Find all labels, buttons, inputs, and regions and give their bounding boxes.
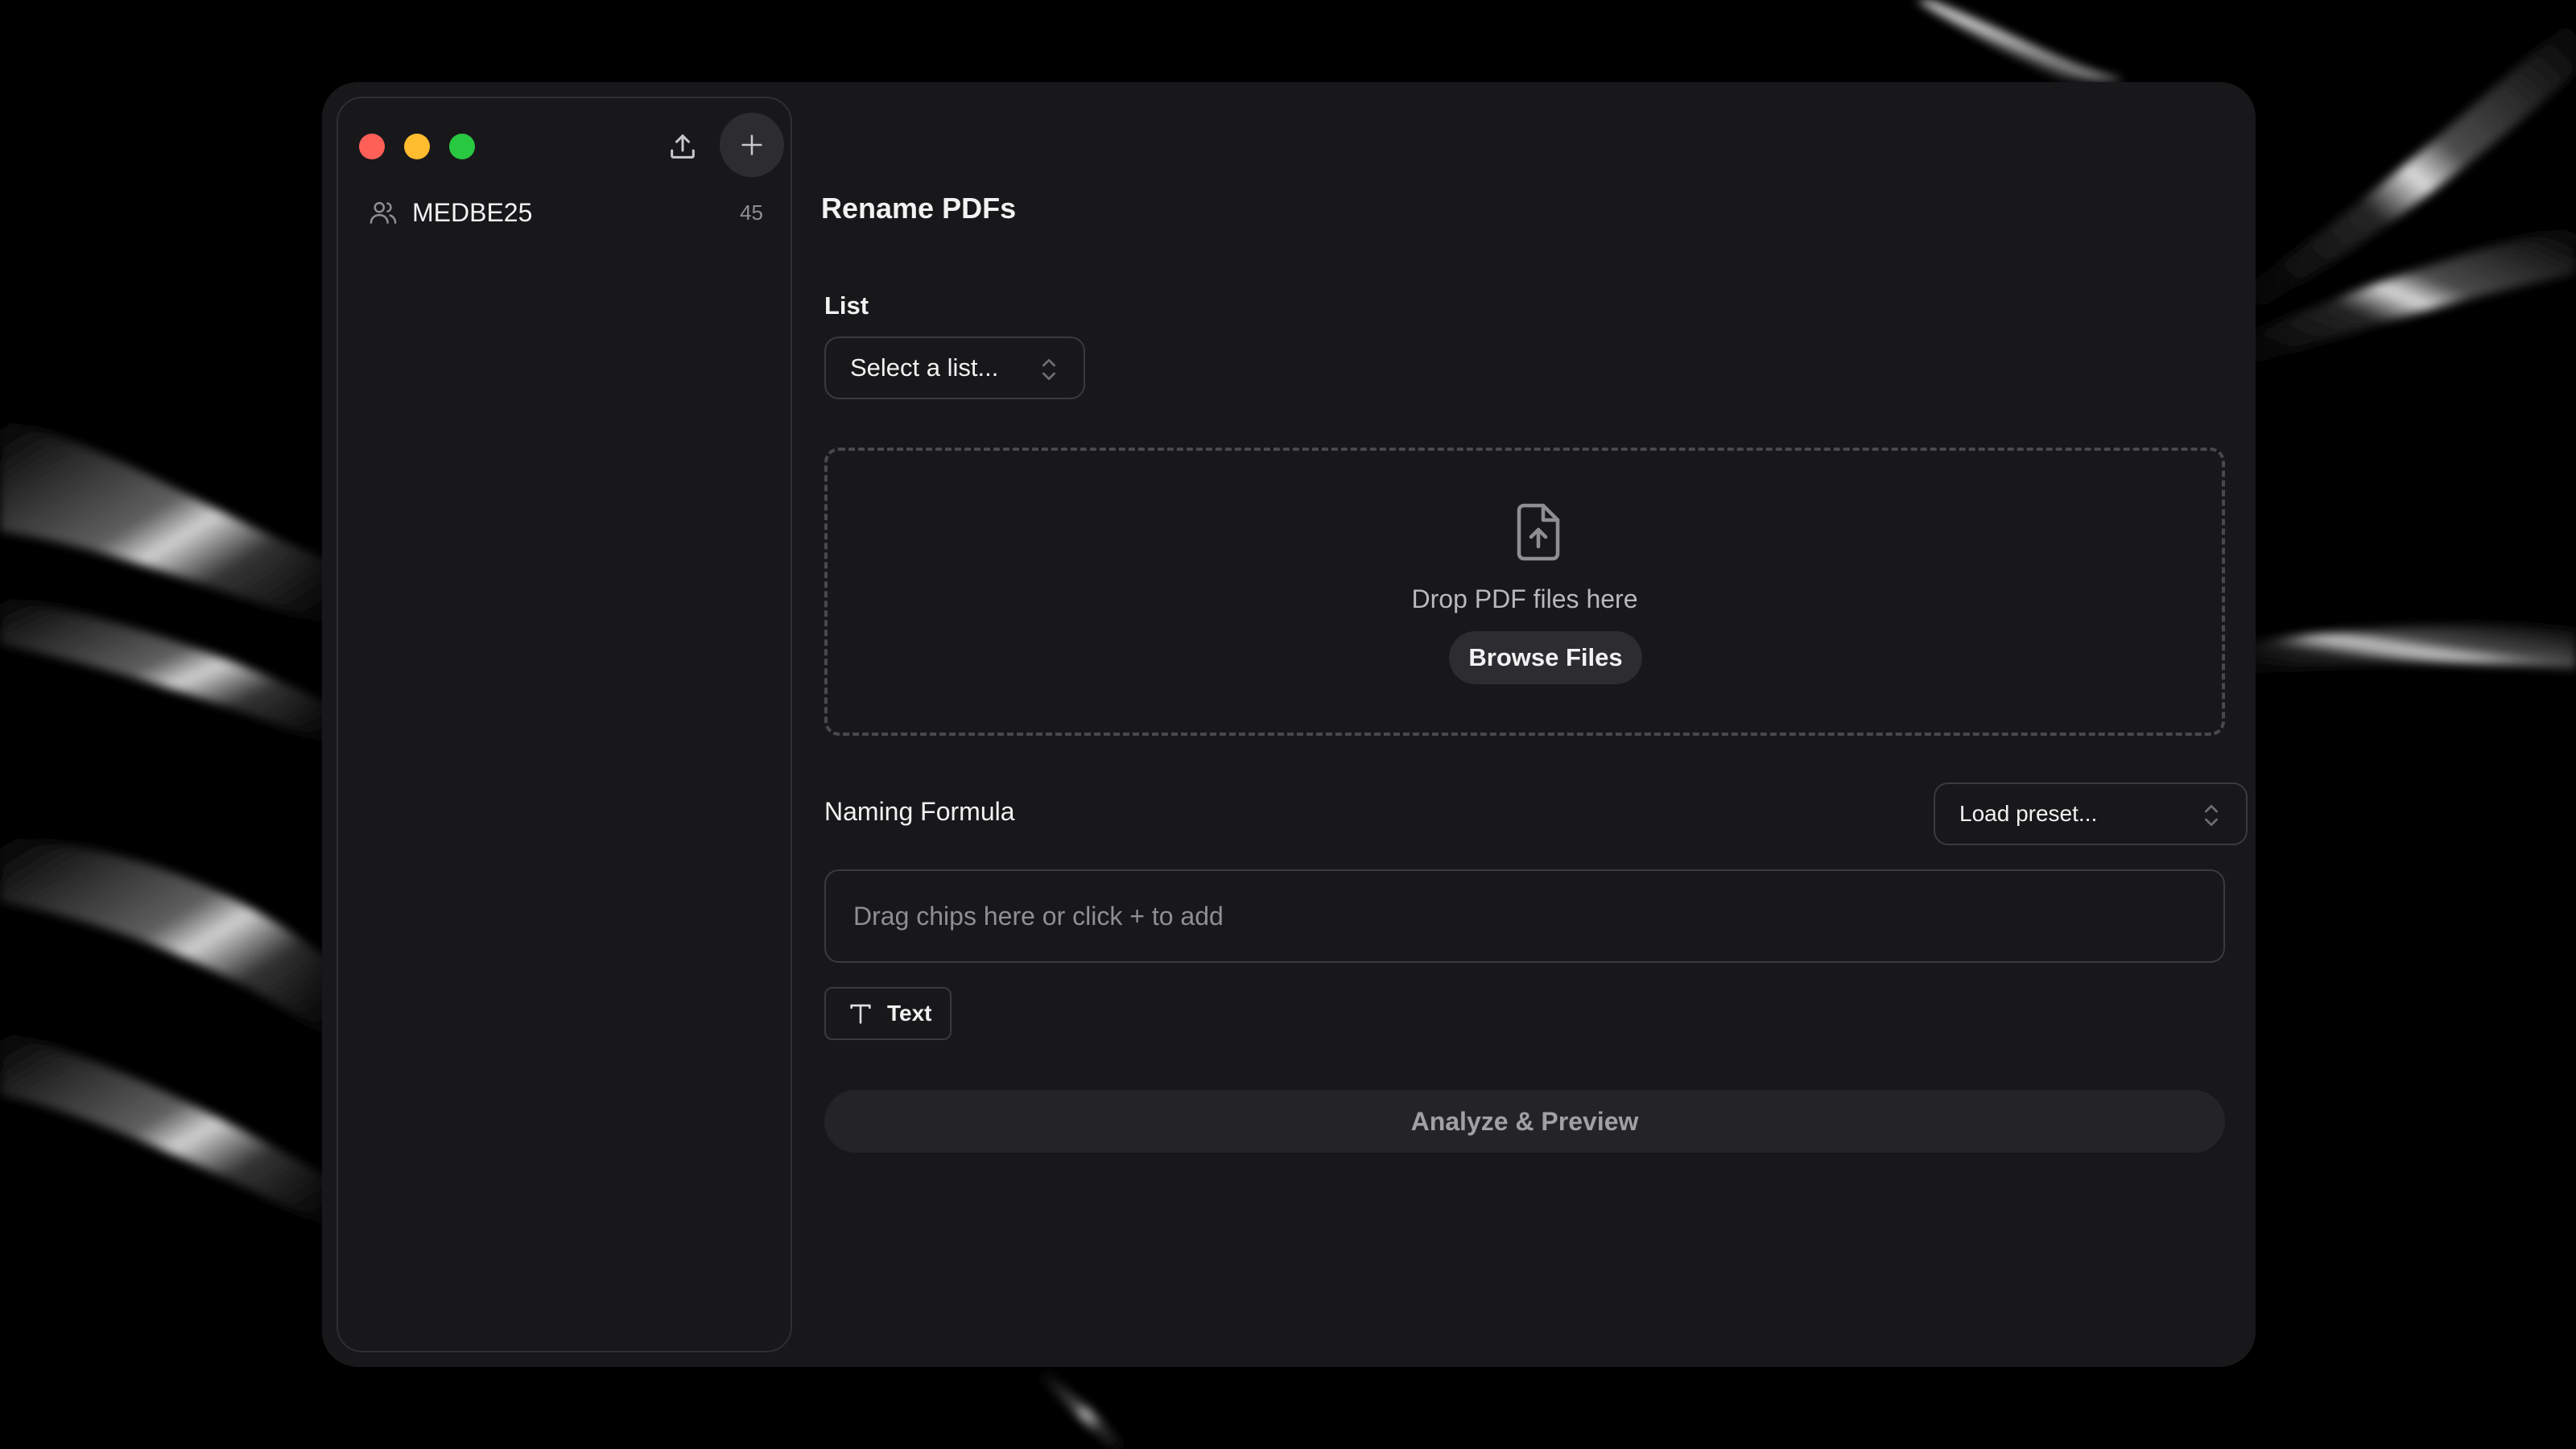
main-panel: Rename PDFs List Select a list... Drop P… — [821, 82, 2256, 1367]
plus-icon — [741, 134, 762, 155]
load-preset-select[interactable]: Load preset... — [1934, 782, 2248, 845]
window-close-button[interactable] — [359, 134, 385, 159]
analyze-preview-button[interactable]: Analyze & Preview — [824, 1090, 2225, 1153]
window-maximize-button[interactable] — [449, 134, 475, 159]
sidebar-item-count: 45 — [740, 200, 763, 225]
sidebar-item-label: MEDBE25 — [412, 197, 533, 227]
formula-chips-area[interactable]: Drag chips here or click + to add — [824, 869, 2225, 963]
add-text-chip-button[interactable]: Text — [824, 987, 952, 1040]
app-window: MEDBE25 45 Rename PDFs List Select a lis… — [322, 82, 2256, 1367]
users-icon — [367, 196, 399, 229]
sidebar: MEDBE25 45 — [336, 97, 792, 1352]
text-chip-label: Text — [887, 1001, 932, 1026]
chips-placeholder: Drag chips here or click + to add — [853, 901, 1224, 931]
add-list-button[interactable] — [720, 113, 784, 177]
file-upload-icon — [1517, 503, 1560, 561]
browse-files-button[interactable]: Browse Files — [1449, 631, 1642, 684]
list-label: List — [824, 291, 869, 320]
export-button[interactable] — [663, 127, 702, 166]
window-minimize-button[interactable] — [404, 134, 430, 159]
naming-formula-label: Naming Formula — [824, 797, 1015, 826]
chevron-up-down-icon — [2205, 805, 2219, 826]
text-type-icon — [850, 1004, 871, 1024]
pdf-dropzone[interactable]: Drop PDF files here Browse Files — [824, 448, 2225, 736]
upload-icon — [671, 134, 695, 159]
preset-select-value: Load preset... — [1959, 801, 2098, 826]
page-title: Rename PDFs — [821, 192, 1017, 225]
list-select[interactable]: Select a list... — [824, 336, 1085, 399]
dropzone-text: Drop PDF files here — [1411, 584, 1638, 613]
list-select-value: Select a list... — [850, 353, 999, 382]
chevron-up-down-icon — [1042, 359, 1055, 380]
sidebar-item-medbe25[interactable]: MEDBE25 45 — [351, 188, 781, 237]
